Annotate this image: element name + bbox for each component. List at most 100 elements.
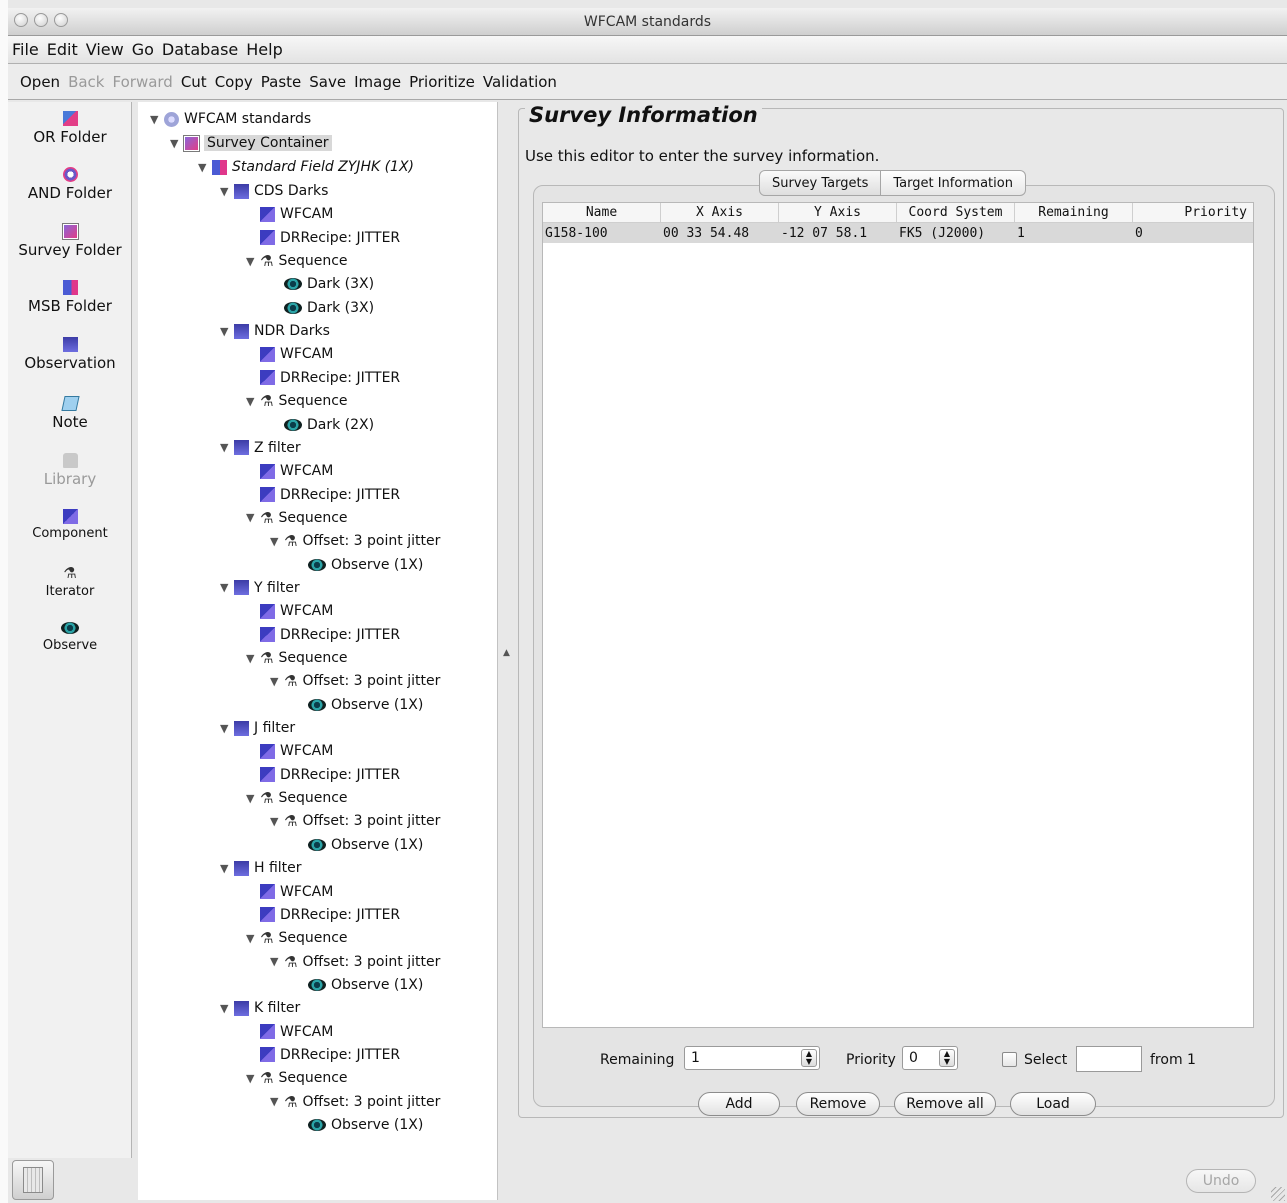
tree-node[interactable]: ▼ ⚗ Sequence bbox=[246, 647, 348, 669]
tree-node[interactable]: DRRecipe: JITTER bbox=[246, 904, 400, 926]
column-header-y-axis[interactable]: Y Axis bbox=[779, 203, 897, 222]
palette-observe[interactable]: Observe bbox=[8, 620, 132, 653]
tree-node-msb[interactable]: ▼ Standard Field ZYJHK (1X) bbox=[198, 156, 414, 178]
spinner-arrows-icon[interactable]: ▲ ▼ bbox=[939, 1049, 955, 1067]
back-button[interactable]: Back bbox=[68, 73, 104, 91]
tree-node[interactable]: ▼ NDR Darks bbox=[220, 320, 330, 342]
disclosure-triangle-icon[interactable]: ▼ bbox=[246, 652, 260, 665]
validation-button[interactable]: Validation bbox=[483, 73, 557, 91]
disclosure-triangle-icon[interactable]: ▼ bbox=[220, 441, 234, 454]
disclosure-triangle-icon[interactable]: ▼ bbox=[246, 511, 260, 524]
tree-node[interactable]: WFCAM bbox=[246, 1021, 333, 1043]
disclosure-triangle-icon[interactable]: ▼ bbox=[170, 137, 184, 150]
select-checkbox[interactable] bbox=[1002, 1052, 1017, 1067]
disclosure-triangle-icon[interactable]: ▼ bbox=[150, 113, 164, 126]
disclosure-triangle-icon[interactable]: ▼ bbox=[270, 955, 284, 968]
targets-table[interactable]: Name X Axis Y Axis Coord System Remainin… bbox=[542, 202, 1254, 1028]
tree-node[interactable]: ▼ ⚗ Sequence bbox=[246, 787, 348, 809]
palette-or-folder[interactable]: OR Folder bbox=[8, 110, 132, 146]
prioritize-button[interactable]: Prioritize bbox=[409, 73, 475, 91]
tree-node[interactable]: DRRecipe: JITTER bbox=[246, 227, 400, 249]
tree-node[interactable]: ▼ ⚗ Sequence bbox=[246, 250, 348, 272]
tree-node[interactable]: ▼ J filter bbox=[220, 717, 295, 739]
trash-can[interactable] bbox=[12, 1160, 54, 1200]
disclosure-triangle-icon[interactable]: ▼ bbox=[220, 1002, 234, 1015]
tree-node[interactable]: Observe (1X) bbox=[294, 974, 423, 996]
resize-grip-icon[interactable] bbox=[1271, 1187, 1285, 1201]
disclosure-triangle-icon[interactable]: ▼ bbox=[270, 1095, 284, 1108]
load-button[interactable]: Load bbox=[1010, 1092, 1096, 1116]
tree-node[interactable]: WFCAM bbox=[246, 460, 333, 482]
tree-node[interactable]: ▼ ⚗ Offset: 3 point jitter bbox=[270, 1091, 440, 1113]
tree-node[interactable]: ▼ ⚗ Offset: 3 point jitter bbox=[270, 530, 440, 552]
priority-spinner[interactable]: 0 ▲ ▼ bbox=[902, 1046, 958, 1070]
menu-go[interactable]: Go bbox=[132, 40, 154, 59]
tab-survey-targets[interactable]: Survey Targets bbox=[759, 170, 882, 196]
disclosure-triangle-icon[interactable]: ▼ bbox=[270, 815, 284, 828]
paste-button[interactable]: Paste bbox=[261, 73, 302, 91]
disclosure-triangle-icon[interactable]: ▼ bbox=[220, 722, 234, 735]
disclosure-triangle-icon[interactable]: ▼ bbox=[220, 581, 234, 594]
menu-help[interactable]: Help bbox=[246, 40, 282, 59]
tree-node[interactable]: ▼ ⚗ Sequence bbox=[246, 390, 348, 412]
forward-button[interactable]: Forward bbox=[113, 73, 173, 91]
tree-node[interactable]: ▼ ⚗ Sequence bbox=[246, 1067, 348, 1089]
column-header-x-axis[interactable]: X Axis bbox=[661, 203, 779, 222]
palette-msb-folder[interactable]: MSB Folder bbox=[8, 279, 132, 315]
palette-and-folder[interactable]: AND Folder bbox=[8, 166, 132, 202]
tree-node[interactable]: ▼ ⚗ Offset: 3 point jitter bbox=[270, 810, 440, 832]
tree-node[interactable]: Observe (1X) bbox=[294, 694, 423, 716]
tree-node[interactable]: DRRecipe: JITTER bbox=[246, 367, 400, 389]
tree-node[interactable]: DRRecipe: JITTER bbox=[246, 624, 400, 646]
column-header-coord-system[interactable]: Coord System bbox=[897, 203, 1015, 222]
disclosure-triangle-icon[interactable]: ▼ bbox=[246, 395, 260, 408]
tree-node[interactable]: Dark (3X) bbox=[270, 297, 374, 319]
tree-node[interactable]: WFCAM bbox=[246, 600, 333, 622]
spinner-arrows-icon[interactable]: ▲ ▼ bbox=[801, 1049, 817, 1067]
save-button[interactable]: Save bbox=[309, 73, 346, 91]
tree-node[interactable]: WFCAM bbox=[246, 203, 333, 225]
tree-node[interactable]: ▼ K filter bbox=[220, 997, 300, 1019]
disclosure-triangle-icon[interactable]: ▼ bbox=[198, 161, 212, 174]
menu-edit[interactable]: Edit bbox=[47, 40, 78, 59]
cut-button[interactable]: Cut bbox=[181, 73, 207, 91]
tree-node[interactable]: DRRecipe: JITTER bbox=[246, 484, 400, 506]
tree-node[interactable]: ▼ ⚗ Sequence bbox=[246, 927, 348, 949]
column-header-name[interactable]: Name bbox=[543, 203, 661, 222]
column-header-remaining[interactable]: Remaining bbox=[1015, 203, 1133, 222]
palette-survey-folder[interactable]: Survey Folder bbox=[8, 222, 132, 259]
disclosure-triangle-icon[interactable]: ▼ bbox=[220, 325, 234, 338]
image-button[interactable]: Image bbox=[354, 73, 401, 91]
disclosure-triangle-icon[interactable]: ▼ bbox=[220, 185, 234, 198]
tree-node-survey-container[interactable]: ▼ Survey Container bbox=[170, 132, 332, 154]
open-button[interactable]: Open bbox=[20, 73, 60, 91]
tree-node[interactable]: ▼ H filter bbox=[220, 857, 302, 879]
tree-node[interactable]: ▼ ⚗ Sequence bbox=[246, 507, 348, 529]
table-row[interactable]: G158-100 00 33 54.48 -12 07 58.1 FK5 (J2… bbox=[543, 223, 1253, 243]
tree-node-root[interactable]: ▼ WFCAM standards bbox=[150, 108, 311, 130]
menu-view[interactable]: View bbox=[86, 40, 124, 59]
tree-node[interactable]: WFCAM bbox=[246, 343, 333, 365]
palette-library[interactable]: Library bbox=[8, 452, 132, 488]
split-pane-divider[interactable]: ▲ bbox=[498, 102, 516, 1200]
palette-observation[interactable]: Observation bbox=[8, 336, 132, 372]
palette-note[interactable]: Note bbox=[8, 395, 132, 431]
remaining-spinner[interactable]: 1 ▲ ▼ bbox=[684, 1046, 820, 1070]
disclosure-triangle-icon[interactable]: ▼ bbox=[246, 932, 260, 945]
remove-all-button[interactable]: Remove all bbox=[894, 1092, 996, 1116]
undo-button[interactable]: Undo bbox=[1186, 1169, 1256, 1193]
tree-node[interactable]: Observe (1X) bbox=[294, 554, 423, 576]
tree-node[interactable]: ▼ Z filter bbox=[220, 437, 301, 459]
tree-node[interactable]: ▼ Y filter bbox=[220, 577, 300, 599]
tree-node[interactable]: DRRecipe: JITTER bbox=[246, 1044, 400, 1066]
select-input[interactable] bbox=[1076, 1046, 1142, 1072]
tree-node[interactable]: ▼ ⚗ Offset: 3 point jitter bbox=[270, 670, 440, 692]
palette-component[interactable]: Component bbox=[8, 508, 132, 541]
disclosure-triangle-icon[interactable]: ▼ bbox=[270, 675, 284, 688]
menu-file[interactable]: File bbox=[12, 40, 39, 59]
tree-node[interactable]: Observe (1X) bbox=[294, 1114, 423, 1136]
palette-iterator[interactable]: ⚗ Iterator bbox=[8, 564, 132, 599]
tab-target-information[interactable]: Target Information bbox=[881, 170, 1026, 196]
add-button[interactable]: Add bbox=[698, 1092, 780, 1116]
disclosure-triangle-icon[interactable]: ▼ bbox=[220, 862, 234, 875]
